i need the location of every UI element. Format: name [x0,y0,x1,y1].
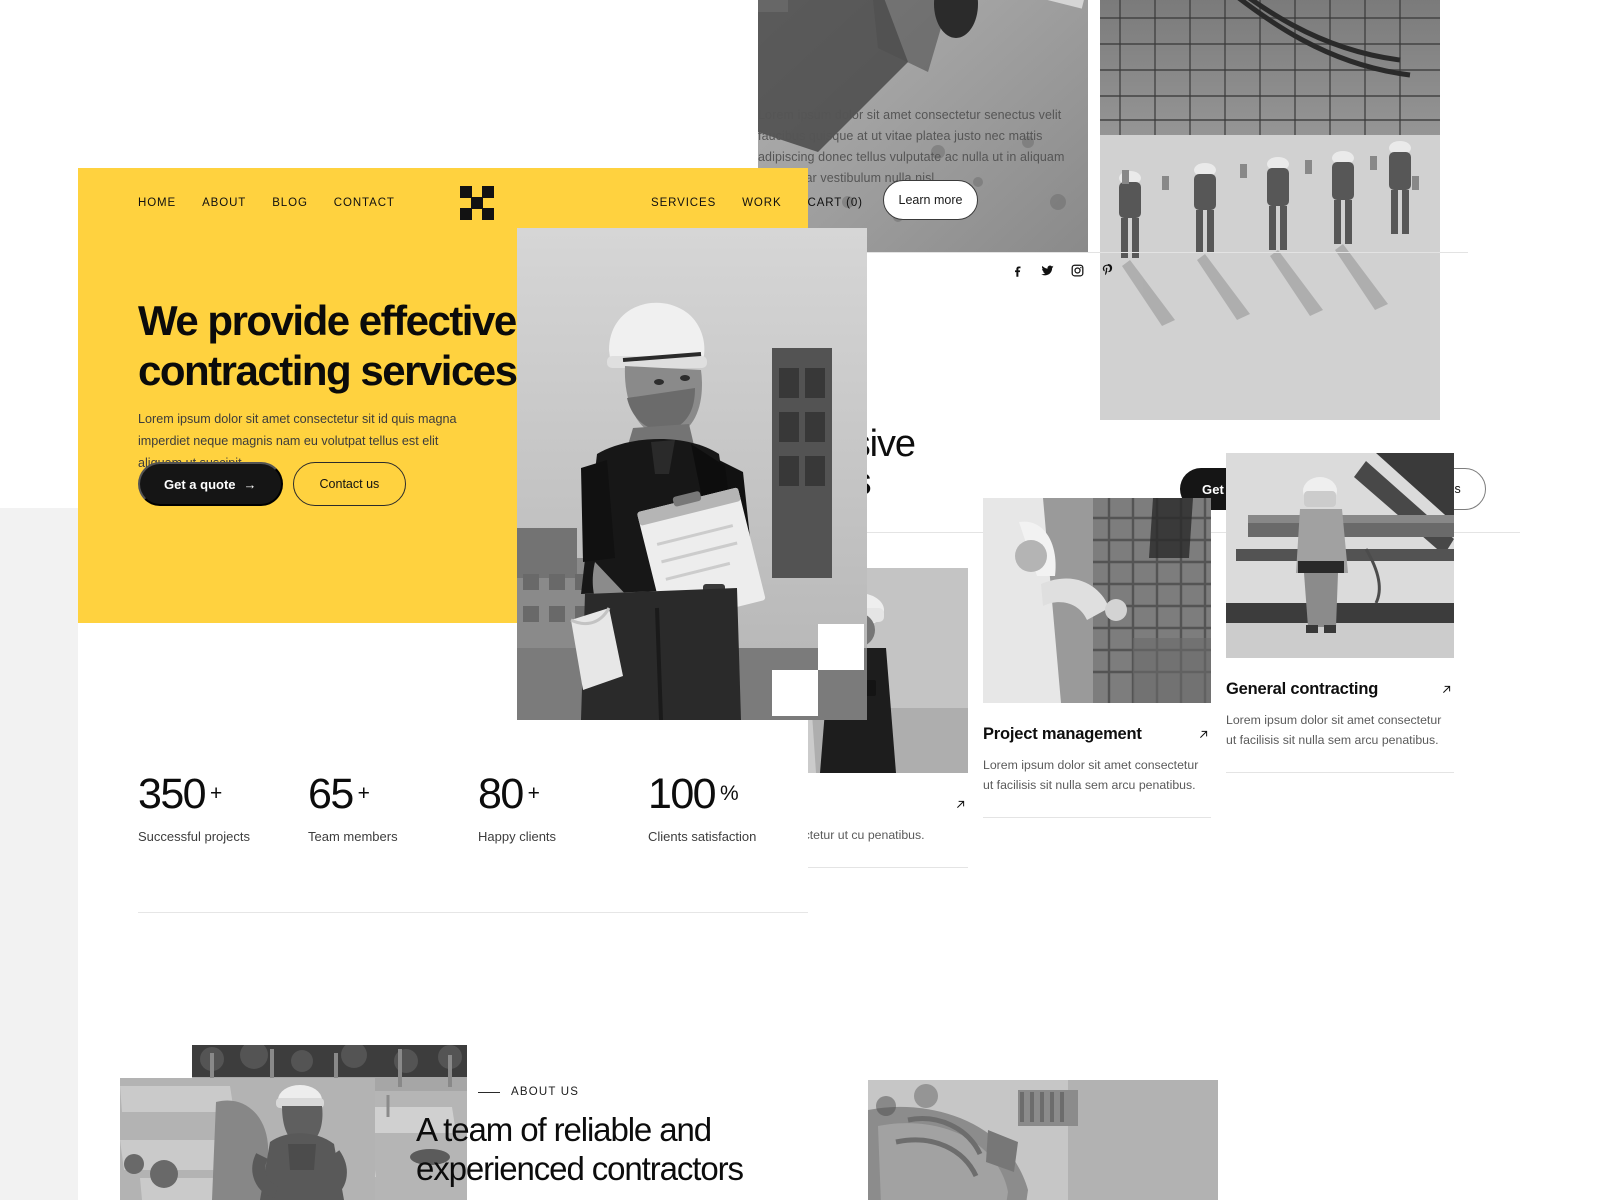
learn-more-button[interactable]: Learn more [883,180,978,220]
hero-get-a-quote-button[interactable]: Get a quote → [138,462,283,506]
hero-website-screen: HOME ABOUT BLOG CONTACT SERVICES WORK CA… [78,168,867,1200]
nav-left-group: HOME ABOUT BLOG CONTACT [138,197,395,209]
about-eyebrow: ABOUT US [478,1086,579,1098]
stat-label: Happy clients [478,829,557,844]
stat-label: Clients satisfaction [648,829,757,844]
nav-item-home[interactable]: HOME [138,197,176,209]
nav-right-group: SERVICES WORK CART (0) [651,197,863,209]
about-photo-front [120,1078,375,1200]
stat-value: 100 [648,770,717,818]
stat-item: 80 + Happy clients [478,773,648,845]
nav-item-services[interactable]: SERVICES [651,197,716,209]
instagram-icon[interactable] [1070,263,1085,278]
nav-item-cart[interactable]: CART (0) [808,197,863,209]
hero-contact-us-label: Contact us [319,477,380,491]
stat-item: 350 + Successful projects [138,773,308,845]
social-icons-group [1010,263,1115,278]
checker-x-logo[interactable] [460,186,494,220]
service-card-title: General contracting [1226,680,1379,698]
facebook-icon[interactable] [1010,263,1025,278]
arrow-up-right-icon[interactable] [1439,682,1454,697]
service-card[interactable]: General contracting Lorem ipsum dolor si… [1226,453,1454,868]
hero-get-a-quote-label: Get a quote [164,476,236,492]
arrow-right-icon: → [243,476,257,492]
services-bottom-photo [868,1080,1218,1200]
hero-cta-row: Get a quote → Contact us [138,462,407,506]
service-card-title-row: Project management [983,725,1211,744]
stat-item: 100 % Clients satisfaction [648,773,818,845]
pinterest-icon[interactable] [1100,263,1115,278]
stat-value: 65 [308,770,354,818]
stat-suffix: + [527,782,540,805]
stat-value: 80 [478,770,524,818]
about-eyebrow-label: ABOUT US [511,1086,580,1098]
eyebrow-dash [478,1091,500,1093]
nav-item-about[interactable]: ABOUT [202,197,246,209]
stat-item: 65 + Team members [308,773,478,845]
stat-value-wrap: 65 + [308,773,478,816]
service-card-rule [1226,772,1454,773]
arrow-up-right-icon[interactable] [1196,727,1211,742]
stat-label: Successful projects [138,829,250,844]
nav-item-blog[interactable]: BLOG [272,197,308,209]
stat-value: 350 [138,770,207,818]
stats-divider [138,912,808,913]
stat-suffix: + [357,782,370,805]
service-card-image [1226,453,1454,658]
service-card-desc: Lorem ipsum dolor sit amet consectetur u… [983,758,1199,792]
service-card-title-row: General contracting [1226,680,1454,699]
nav-item-work[interactable]: WORK [742,197,781,209]
service-card-desc: Lorem ipsum dolor sit amet consectetur u… [1226,713,1442,747]
stat-label: Team members [308,829,398,844]
hero-photo [517,228,867,720]
stat-suffix: % [719,782,739,805]
about-heading: A team of reliable and experienced contr… [416,1111,744,1187]
stat-value-wrap: 350 + [138,773,308,816]
hero-contact-us-button[interactable]: Contact us [292,462,407,506]
decor-square-3 [772,670,818,716]
twitter-icon[interactable] [1040,263,1055,278]
services-top-photo-right [1100,0,1440,420]
nav-item-contact[interactable]: CONTACT [334,197,395,209]
service-card-rule [983,817,1211,818]
service-card-title: Project management [983,725,1142,743]
mockup-stage: Lorem ipsum dolor sit amet consectetur s… [0,0,1600,1200]
stat-value-wrap: 100 % [648,773,818,816]
service-card-image [983,498,1211,703]
arrow-up-right-icon[interactable] [953,797,968,812]
stats-row: 350 + Successful projects 65 + Team memb… [138,773,818,845]
stat-suffix: + [209,782,223,805]
service-card[interactable]: Project management Lorem ipsum dolor sit… [983,498,1211,868]
decor-square-2 [818,624,864,670]
stat-value-wrap: 80 + [478,773,648,816]
